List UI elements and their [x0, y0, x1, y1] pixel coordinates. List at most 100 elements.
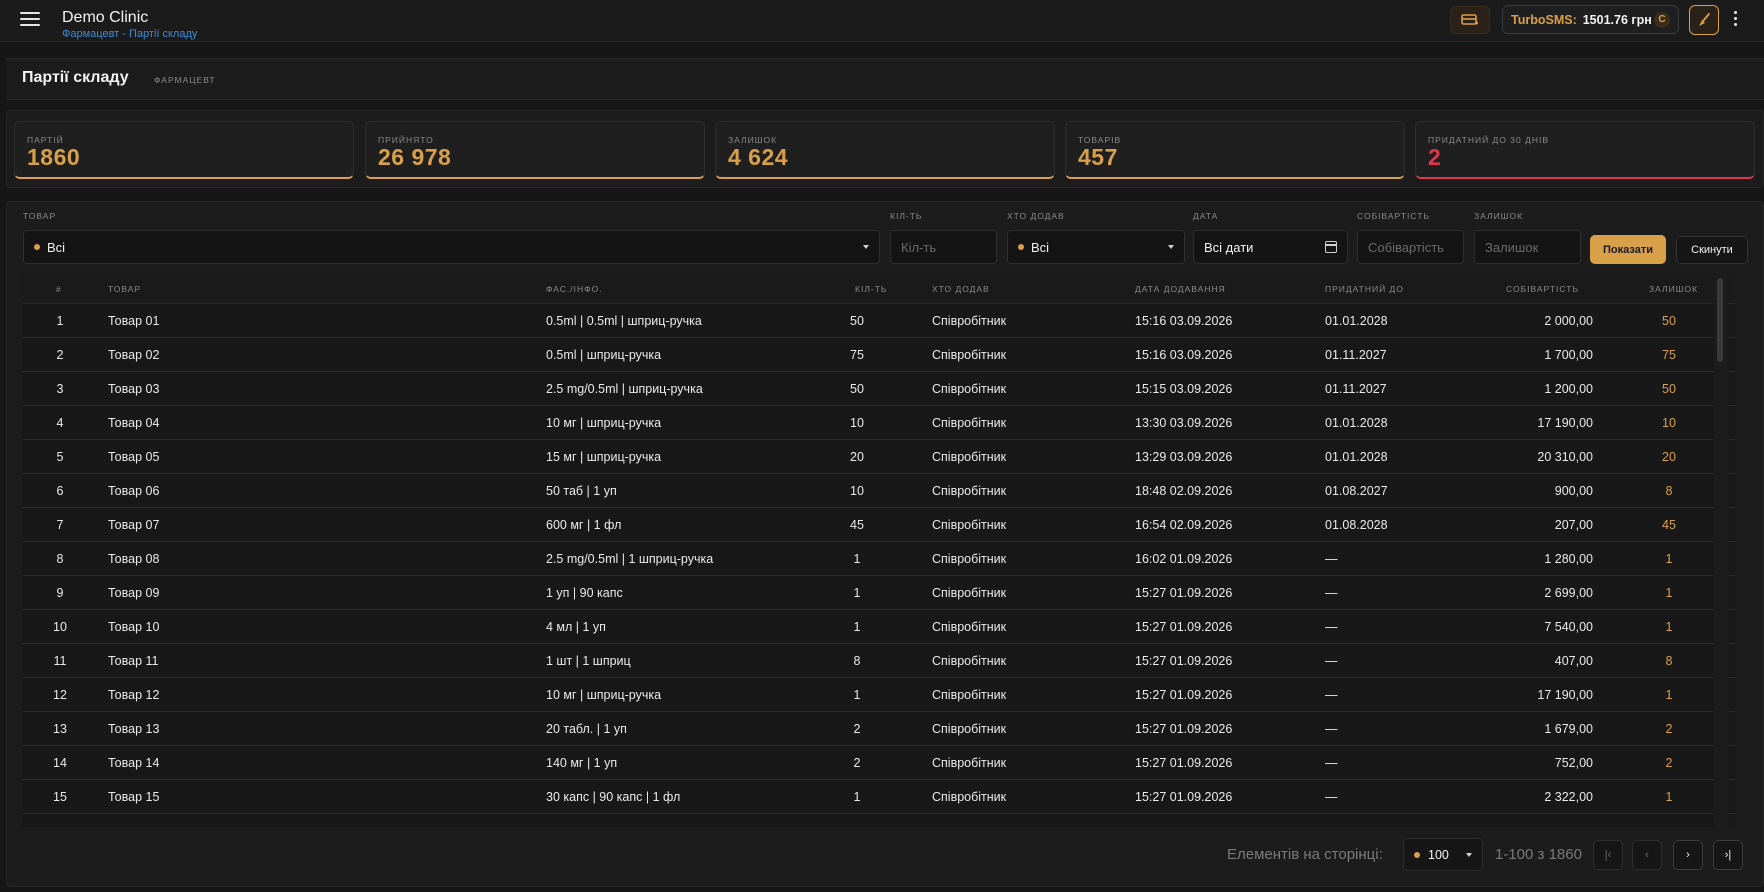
date-picker[interactable]: Всі дати	[1193, 230, 1348, 264]
filter-qty-label: КІЛ-ТЬ	[890, 211, 923, 221]
table-cell: —	[1325, 790, 1338, 804]
table-cell: 7	[56, 518, 64, 532]
stock-field[interactable]	[1474, 230, 1581, 264]
filter-date-label: ДАТА	[1193, 211, 1219, 221]
calendar-icon[interactable]	[1325, 241, 1337, 253]
table-cell: Товар 09	[108, 586, 160, 600]
table-cell: Співробітник	[932, 484, 1007, 498]
table-row[interactable]: 11 Товар 11 1 шт | 1 шприц 8 Співробітник 15:…	[22, 644, 1735, 678]
column-header[interactable]: ЗАЛИШОК	[1649, 284, 1698, 294]
table-cell: 1	[1665, 790, 1673, 804]
table-cell: Товар 02	[108, 348, 160, 362]
filter-cost-label: СОБІВАРТІСТЬ	[1357, 211, 1431, 221]
scrollbar-thumb[interactable]	[1717, 278, 1723, 362]
breadcrumb[interactable]: Фармацевт - Партії складу	[62, 28, 197, 40]
menu-icon[interactable]	[20, 12, 40, 28]
table-cell: 15:27 01.09.2026	[1135, 688, 1233, 702]
table-cell: 2	[853, 756, 861, 770]
table-cell: 50	[1662, 314, 1676, 328]
last-page-button[interactable]: ›|	[1713, 840, 1743, 870]
table-cell: 2 322,00	[1544, 790, 1593, 804]
status-dot	[1018, 244, 1024, 250]
table-row[interactable]: 4 Товар 04 10 мг | шприц-ручка 10 Співробітн…	[22, 406, 1735, 440]
table-row[interactable]: 10 Товар 10 4 мл | 1 уп 1 Співробітник 15:27 …	[22, 610, 1735, 644]
table-cell: 45	[1662, 518, 1676, 532]
table-row[interactable]: 9 Товар 09 1 уп | 90 капс 1 Співробітник 15:2…	[22, 576, 1735, 610]
cart-button[interactable]	[1450, 6, 1490, 34]
show-button[interactable]: Показати	[1590, 235, 1666, 264]
table-cell: 0.5ml | шприц-ручка	[546, 348, 662, 362]
table-row[interactable]: 1 Товар 01 0.5ml | 0.5ml | шприц-ручка 50 Сп…	[22, 304, 1735, 338]
table-scrollbar[interactable]	[1714, 274, 1728, 827]
table-row[interactable]: 12 Товар 12 10 мг | шприц-ручка 1 Співробітн…	[22, 678, 1735, 712]
cost-field[interactable]	[1357, 230, 1464, 264]
table-row[interactable]: 13 Товар 13 20 табл. | 1 уп 2 Співробітник 15…	[22, 712, 1735, 746]
sms-label: TurboSMS:	[1511, 12, 1577, 27]
column-header[interactable]: #	[56, 284, 62, 294]
table-row[interactable]: 14 Товар 14 140 мг | 1 уп 2 Співробітник 15:2…	[22, 746, 1735, 780]
table-cell: Співробітник	[932, 416, 1007, 430]
table-row[interactable]: 8 Товар 08 2.5 mg/0.5ml | 1 шприц-ручка 1 Сп…	[22, 542, 1735, 576]
table-cell: 20 310,00	[1537, 450, 1593, 464]
table-cell: 1 280,00	[1544, 552, 1593, 566]
table-cell: 2.5 mg/0.5ml | шприц-ручка	[546, 382, 703, 396]
table-cell: Товар 13	[108, 722, 160, 736]
qty-field[interactable]	[890, 230, 997, 264]
table-row[interactable]: 15 Товар 15 30 капс | 90 капс | 1 фл 1 Співр…	[22, 780, 1735, 814]
column-header[interactable]: ПРИДАТНИЙ ДО	[1325, 284, 1404, 294]
sms-balance[interactable]: TurboSMS: 1501.76 грн C	[1502, 5, 1679, 34]
added-by-select-value: Всі	[1031, 239, 1050, 255]
reset-button[interactable]: Скинути	[1676, 236, 1748, 264]
table-cell: 8	[853, 654, 861, 668]
table-cell: —	[1325, 756, 1338, 770]
table-cell: 900,00	[1554, 484, 1593, 498]
table-row[interactable]: 3 Товар 03 2.5 mg/0.5ml | шприц-ручка 50 Спі…	[22, 372, 1735, 406]
column-header[interactable]: ФАС./ІНФО.	[546, 284, 603, 294]
table-row[interactable]: 2 Товар 02 0.5ml | шприц-ручка 75 Співробітн…	[22, 338, 1735, 372]
coin-icon: C	[1654, 11, 1670, 28]
more-icon[interactable]	[1732, 11, 1738, 31]
page-size-select[interactable]: 100	[1403, 838, 1483, 871]
stat-card-stock: ЗАЛИШОК 4 624	[715, 121, 1055, 179]
stats-panel: ПАРТІЙ 1860 ПРИЙНЯТО 26 978 ЗАЛИШОК 4 62…	[6, 110, 1764, 188]
table-row[interactable]: 7 Товар 07 600 мг | 1 фл 45 Співробітник 16:5…	[22, 508, 1735, 542]
column-header[interactable]: СОБІВАРТІСТЬ	[1506, 284, 1579, 294]
column-header[interactable]: КІЛ-ТЬ	[855, 284, 888, 294]
table-cell: 45	[850, 518, 864, 532]
table-cell: 1	[1665, 552, 1673, 566]
table-cell: —	[1325, 654, 1338, 668]
product-select-value: Всі	[47, 239, 66, 255]
stat-card-expiring: ПРИДАТНИЙ ДО 30 ДНІВ 2	[1415, 121, 1755, 179]
product-select[interactable]: Всі	[23, 230, 880, 264]
column-header[interactable]: ХТО ДОДАВ	[932, 284, 990, 294]
table-cell: 50	[1662, 382, 1676, 396]
table-cell: 0.5ml | 0.5ml | шприц-ручка	[546, 314, 702, 328]
first-page-button[interactable]: |‹	[1593, 840, 1623, 870]
table-cell: 600 мг | 1 фл	[546, 518, 622, 532]
table-cell: 17 190,00	[1537, 688, 1593, 702]
table-cell: Співробітник	[932, 586, 1007, 600]
table-cell: 15:27 01.09.2026	[1135, 654, 1233, 668]
filter-added-by-label: ХТО ДОДАВ	[1007, 211, 1065, 221]
cost-input[interactable]	[1368, 239, 1453, 255]
table-row[interactable]: 5 Товар 05 15 мг | шприц-ручка 20 Співробітн…	[22, 440, 1735, 474]
broom-button[interactable]	[1689, 5, 1719, 35]
table-row[interactable]: 6 Товар 06 50 таб | 1 уп 10 Співробітник 18:4…	[22, 474, 1735, 508]
next-page-button[interactable]: ›	[1673, 840, 1703, 870]
added-by-select[interactable]: Всі	[1007, 230, 1185, 264]
table-cell: 5	[56, 450, 64, 464]
table-cell: 15:16 03.09.2026	[1135, 348, 1233, 362]
table-cell: 01.11.2027	[1325, 382, 1387, 396]
table-cell: 1	[1665, 586, 1673, 600]
chevron-down-icon	[1168, 245, 1174, 249]
table-cell: Товар 12	[108, 688, 160, 702]
column-header[interactable]: ТОВАР	[108, 284, 141, 294]
table-cell: 20	[1662, 450, 1676, 464]
qty-input[interactable]	[901, 239, 986, 255]
status-dot	[34, 244, 40, 250]
stock-input[interactable]	[1485, 239, 1570, 255]
table-cell: —	[1325, 722, 1338, 736]
table-cell: Співробітник	[932, 688, 1007, 702]
column-header[interactable]: ДАТА ДОДАВАННЯ	[1135, 284, 1226, 294]
prev-page-button[interactable]: ‹	[1632, 840, 1662, 870]
